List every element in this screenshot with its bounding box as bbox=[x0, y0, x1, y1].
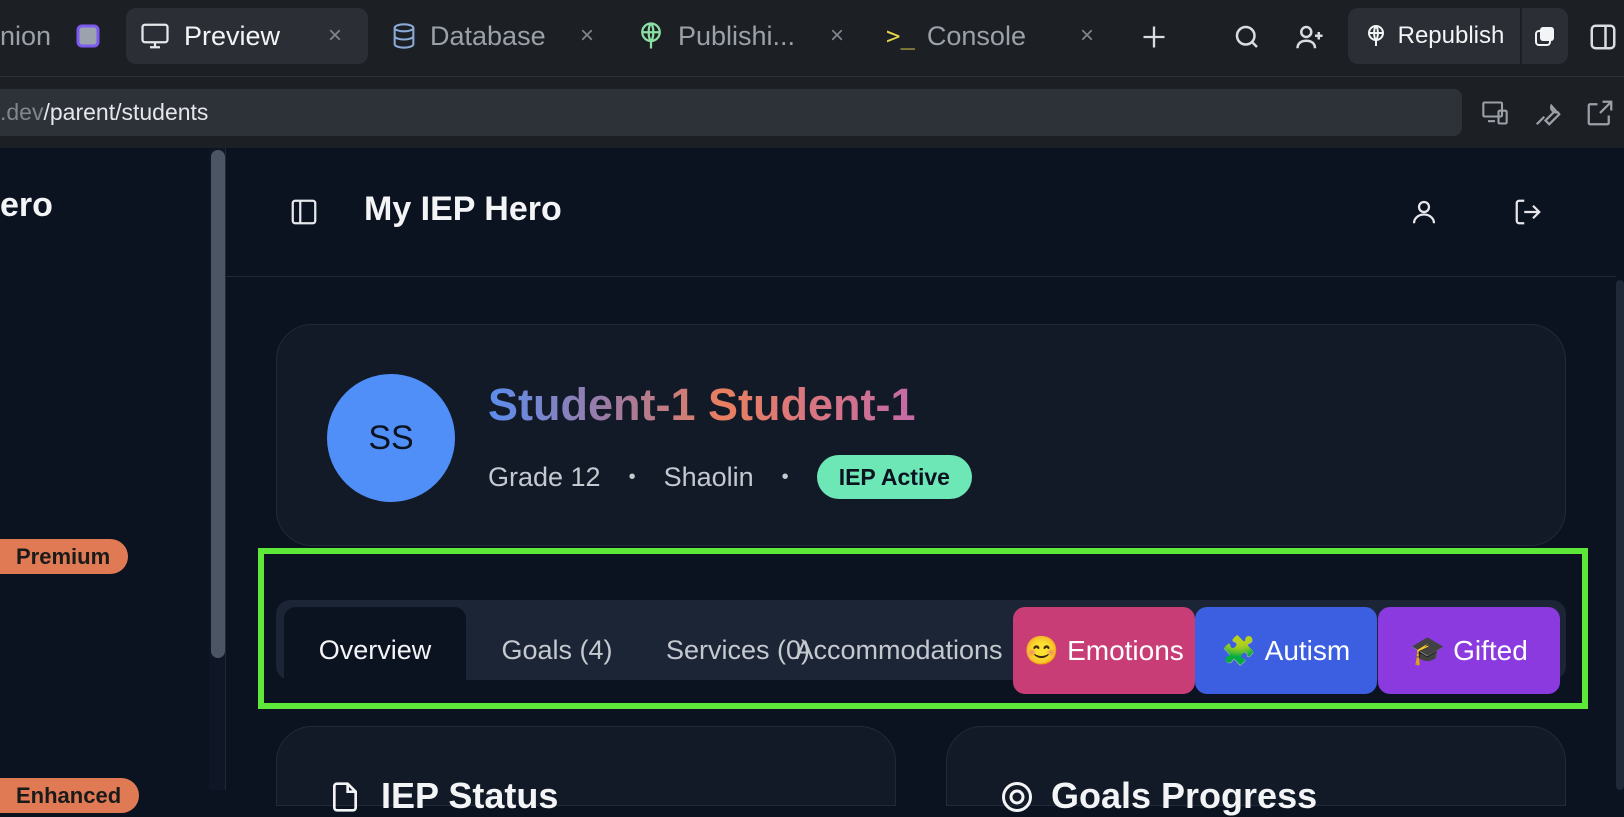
tab-emotions[interactable]: 😊 Emotions bbox=[1013, 607, 1195, 694]
database-icon bbox=[390, 21, 418, 51]
tab-accommodations[interactable]: Accommodations bbox=[784, 607, 1014, 694]
new-tab-icon[interactable] bbox=[1137, 20, 1171, 54]
tab-label: Console bbox=[926, 20, 1026, 51]
tab-preview[interactable]: Preview × bbox=[126, 8, 368, 64]
sidebar-scroll-thumb[interactable] bbox=[211, 150, 225, 658]
graduation-cap-icon: 🎓 bbox=[1410, 635, 1446, 666]
student-name: Student-1 Student-1 bbox=[488, 379, 916, 430]
app-square-icon[interactable] bbox=[70, 8, 106, 64]
terminal-icon: >_ bbox=[886, 22, 915, 50]
separator-dot: • bbox=[628, 465, 636, 488]
address-bar-row: .dev/parent/students bbox=[0, 77, 1624, 148]
tab-label: Database bbox=[430, 20, 546, 51]
sidebar-title: ero bbox=[0, 186, 53, 224]
monitor-icon bbox=[140, 21, 170, 51]
tab-label: nion bbox=[0, 20, 52, 51]
devices-icon[interactable] bbox=[1478, 96, 1512, 130]
iep-status-card: IEP Status bbox=[276, 726, 896, 816]
ide-tab-bar: nion Preview × Database × Publishi... × … bbox=[0, 0, 1624, 77]
republish-button[interactable]: Republish bbox=[1348, 8, 1520, 64]
premium-badge: Premium bbox=[0, 539, 129, 574]
tab-label: Publishi... bbox=[678, 20, 796, 51]
goals-progress-title: Goals Progress bbox=[1051, 775, 1318, 816]
tab-app[interactable]: nion bbox=[0, 8, 60, 64]
close-icon[interactable]: × bbox=[580, 22, 594, 50]
tab-label: Autism bbox=[1264, 634, 1351, 666]
search-icon[interactable] bbox=[1230, 20, 1264, 54]
invite-user-icon[interactable] bbox=[1293, 20, 1327, 54]
student-meta: Grade 12 • Shaolin • IEP Active bbox=[488, 455, 972, 499]
user-icon[interactable] bbox=[1406, 194, 1442, 230]
tab-goals[interactable]: Goals (4) bbox=[484, 607, 630, 694]
app-title: My IEP Hero bbox=[364, 190, 562, 228]
school-label: Shaolin bbox=[663, 461, 754, 492]
tab-overview[interactable]: Overview bbox=[284, 607, 466, 694]
globe-publish-icon bbox=[1364, 23, 1388, 49]
enhanced-badge: Enhanced bbox=[0, 778, 140, 813]
close-icon[interactable]: × bbox=[830, 22, 844, 50]
wrench-icon[interactable] bbox=[1531, 96, 1565, 130]
close-icon[interactable]: × bbox=[1080, 22, 1094, 50]
target-icon bbox=[999, 779, 1035, 815]
tab-label: Preview bbox=[184, 20, 281, 51]
stack-icon bbox=[1533, 24, 1557, 48]
puzzle-icon: 🧩 bbox=[1221, 635, 1257, 666]
tab-console[interactable]: >_ Console × bbox=[886, 8, 1112, 64]
student-card: SS Student-1 Student-1 Grade 12 • Shaoli… bbox=[276, 324, 1566, 546]
republish-label: Republish bbox=[1397, 22, 1505, 49]
status-badge: IEP Active bbox=[816, 455, 972, 499]
tab-database[interactable]: Database × bbox=[386, 8, 612, 64]
url-domain: .dev bbox=[0, 99, 44, 125]
tab-label: Gifted bbox=[1453, 634, 1528, 666]
tab-label: Emotions bbox=[1067, 634, 1184, 666]
goals-progress-card: Goals Progress bbox=[946, 726, 1566, 816]
tab-gifted[interactable]: 🎓 Gifted bbox=[1378, 607, 1560, 694]
main-scrollbar[interactable] bbox=[1616, 280, 1624, 790]
globe-publish-icon bbox=[636, 20, 666, 52]
url-field[interactable]: .dev/parent/students bbox=[0, 89, 1462, 136]
iep-status-title: IEP Status bbox=[381, 775, 559, 816]
avatar: SS bbox=[327, 374, 455, 502]
republish-options-button[interactable] bbox=[1522, 8, 1568, 64]
url-path: /parent/students bbox=[43, 99, 209, 125]
close-icon[interactable]: × bbox=[328, 22, 342, 50]
sidebar-toggle-icon[interactable] bbox=[286, 194, 322, 230]
document-icon bbox=[329, 779, 361, 815]
separator-dot: • bbox=[781, 465, 789, 488]
panel-toggle-icon[interactable] bbox=[1586, 20, 1620, 54]
external-link-icon[interactable] bbox=[1583, 96, 1617, 130]
grade-label: Grade 12 bbox=[488, 461, 601, 492]
tab-autism[interactable]: 🧩 Autism bbox=[1195, 607, 1377, 694]
tab-publishing[interactable]: Publishi... × bbox=[636, 8, 862, 64]
app-sidebar: ero Premium Enhanced bbox=[0, 148, 226, 813]
app-header: My IEP Hero bbox=[226, 148, 1616, 277]
smiley-icon: 😊 bbox=[1024, 635, 1060, 666]
logout-icon[interactable] bbox=[1510, 194, 1546, 230]
